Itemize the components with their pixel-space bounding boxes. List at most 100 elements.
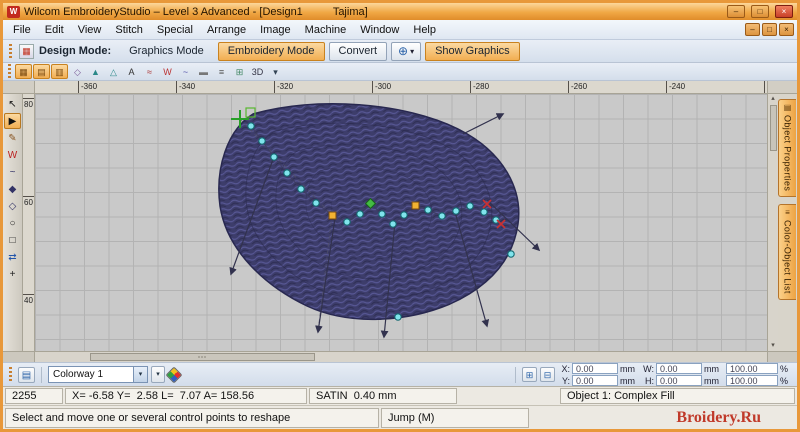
menu-arrange[interactable]: Arrange	[200, 22, 253, 38]
menu-help[interactable]: Help	[406, 22, 443, 38]
status-bar: 2255 X= -6.58 Y= 2.58 L= 7.07 A= 158.56 …	[3, 386, 797, 405]
horizontal-scroll-track[interactable]	[35, 352, 767, 362]
unit-label: mm	[704, 375, 719, 386]
control-point[interactable]	[258, 137, 266, 145]
rectangle-tool[interactable]: □	[4, 232, 21, 248]
stitch-list-icon[interactable]: ≡	[213, 64, 230, 79]
design-mode-label: Design Mode:	[39, 45, 112, 57]
horizontal-scrollbar[interactable]	[3, 351, 797, 362]
scroll-up-icon[interactable]: ▴	[771, 94, 775, 104]
motif-run-icon[interactable]: W	[159, 64, 176, 79]
control-point[interactable]	[466, 202, 474, 210]
scroll-down-icon[interactable]: ▾	[771, 341, 775, 351]
prompt-bar: Select and move one or several control p…	[3, 405, 797, 429]
grid-options-icon[interactable]: ⊞	[231, 64, 248, 79]
scale-x-field[interactable]: 100.00	[726, 363, 778, 374]
control-point[interactable]	[400, 211, 408, 219]
border-stitch-icon[interactable]: ▬	[195, 64, 212, 79]
menu-edit[interactable]: Edit	[38, 22, 71, 38]
circle-tool[interactable]: ○	[4, 215, 21, 231]
w-field[interactable]: 0.00	[656, 363, 702, 374]
graphics-mode-button[interactable]: Graphics Mode	[119, 42, 214, 61]
reshape-tool[interactable]: ▶	[4, 113, 21, 129]
hoop-globe-button[interactable]: ⊕ ▾	[391, 41, 422, 61]
embroidery-object[interactable]	[218, 103, 520, 321]
menu-window[interactable]: Window	[353, 22, 406, 38]
mdi-minimize-button[interactable]: –	[745, 23, 760, 36]
lettering-tool[interactable]: W	[4, 147, 21, 163]
menu-view[interactable]: View	[71, 22, 109, 38]
control-point[interactable]	[452, 207, 460, 215]
h-ruler-tick: -240	[666, 81, 685, 93]
vertical-scroll-thumb[interactable]	[769, 105, 777, 151]
scale-y-field[interactable]: 100.00	[726, 375, 778, 386]
complex-fill-tool[interactable]: ◆	[4, 181, 21, 197]
control-point[interactable]	[270, 153, 278, 161]
maximize-button[interactable]: □	[751, 5, 769, 18]
mdi-close-button[interactable]: ×	[779, 23, 794, 36]
mirror-tool[interactable]: ⇄	[4, 249, 21, 265]
zigzag-stitch-icon[interactable]: ≈	[141, 64, 158, 79]
run-stitch-icon[interactable]: ~	[177, 64, 194, 79]
color-wheel-icon[interactable]	[165, 366, 183, 383]
design-canvas[interactable]	[35, 94, 767, 351]
embroidery-mode-button[interactable]: Embroidery Mode	[217, 41, 325, 61]
x-label: X:	[561, 363, 570, 374]
tatami-fill-icon[interactable]: △	[105, 64, 122, 79]
horizontal-scroll-thumb[interactable]	[90, 353, 315, 361]
chevron-down-icon[interactable]: ▾	[133, 367, 147, 382]
thread-colors-icon[interactable]: ▤	[18, 366, 35, 383]
globe-icon: ⊕	[398, 44, 409, 58]
close-button[interactable]: ×	[775, 5, 793, 18]
control-point[interactable]	[394, 313, 402, 321]
tab-object-properties[interactable]: ▤ Object Properties	[778, 99, 796, 198]
convert-button[interactable]: Convert	[328, 41, 388, 61]
menu-special[interactable]: Special	[150, 22, 200, 38]
control-point[interactable]	[247, 122, 255, 130]
measure-tool[interactable]: +	[4, 266, 21, 282]
control-point[interactable]	[297, 185, 305, 193]
control-point[interactable]	[283, 169, 291, 177]
y-field[interactable]: 0.00	[572, 375, 618, 386]
control-point[interactable]	[378, 210, 386, 218]
toolbar-options-icon[interactable]: ▾	[267, 64, 284, 79]
control-point[interactable]	[438, 212, 446, 220]
select-tool[interactable]: ↖	[4, 96, 21, 112]
control-point[interactable]	[480, 208, 488, 216]
digitize-tool[interactable]: ✎	[4, 130, 21, 146]
h-ruler-tick: -280	[470, 81, 489, 93]
show-stitches-icon[interactable]: ▤	[33, 64, 50, 79]
mdi-restore-button[interactable]: □	[762, 23, 777, 36]
run-tool[interactable]: ~	[4, 164, 21, 180]
menu-machine[interactable]: Machine	[298, 22, 354, 38]
show-connectors-icon[interactable]: ◇	[69, 64, 86, 79]
vertical-scrollbar[interactable]: ▴ ▾	[767, 94, 778, 351]
view-3d-icon[interactable]: 3D	[249, 64, 266, 79]
stitch-toolbar-icons: ▦ ▤ ▥ ◇ ▲ △ A ≈ W ~ ▬ ≡ ⊞ 3D ▾	[15, 64, 284, 79]
menu-stitch[interactable]: Stitch	[108, 22, 150, 38]
ruler-corner-right	[767, 81, 797, 93]
outline-tool[interactable]: ◇	[4, 198, 21, 214]
w-label: W:	[643, 363, 654, 374]
menu-file[interactable]: File	[6, 22, 38, 38]
show-graphics-button[interactable]: Show Graphics	[425, 41, 520, 61]
tab-color-object-list[interactable]: ≡ Color-Object List	[778, 204, 796, 301]
title-bar: W Wilcom EmbroideryStudio – Level 3 Adva…	[3, 3, 797, 20]
lettering-icon[interactable]: A	[123, 64, 140, 79]
h-field[interactable]: 0.00	[656, 375, 702, 386]
minimize-button[interactable]: –	[727, 5, 745, 18]
satin-fill-icon[interactable]: ▲	[87, 64, 104, 79]
control-point[interactable]	[343, 218, 351, 226]
colorway-dropdown-button[interactable]: ▾	[151, 366, 165, 383]
control-point[interactable]	[507, 250, 515, 258]
show-needle-points-icon[interactable]: ▥	[51, 64, 68, 79]
control-point[interactable]	[389, 220, 397, 228]
colorway-select[interactable]: Colorway 1 ▾	[48, 366, 148, 383]
control-point[interactable]	[356, 210, 364, 218]
show-outlines-icon[interactable]: ▦	[15, 64, 32, 79]
menu-image[interactable]: Image	[253, 22, 298, 38]
control-point[interactable]	[312, 199, 320, 207]
x-field[interactable]: 0.00	[572, 363, 618, 374]
stitch-count: 2255	[5, 388, 63, 404]
control-point[interactable]	[424, 206, 432, 214]
